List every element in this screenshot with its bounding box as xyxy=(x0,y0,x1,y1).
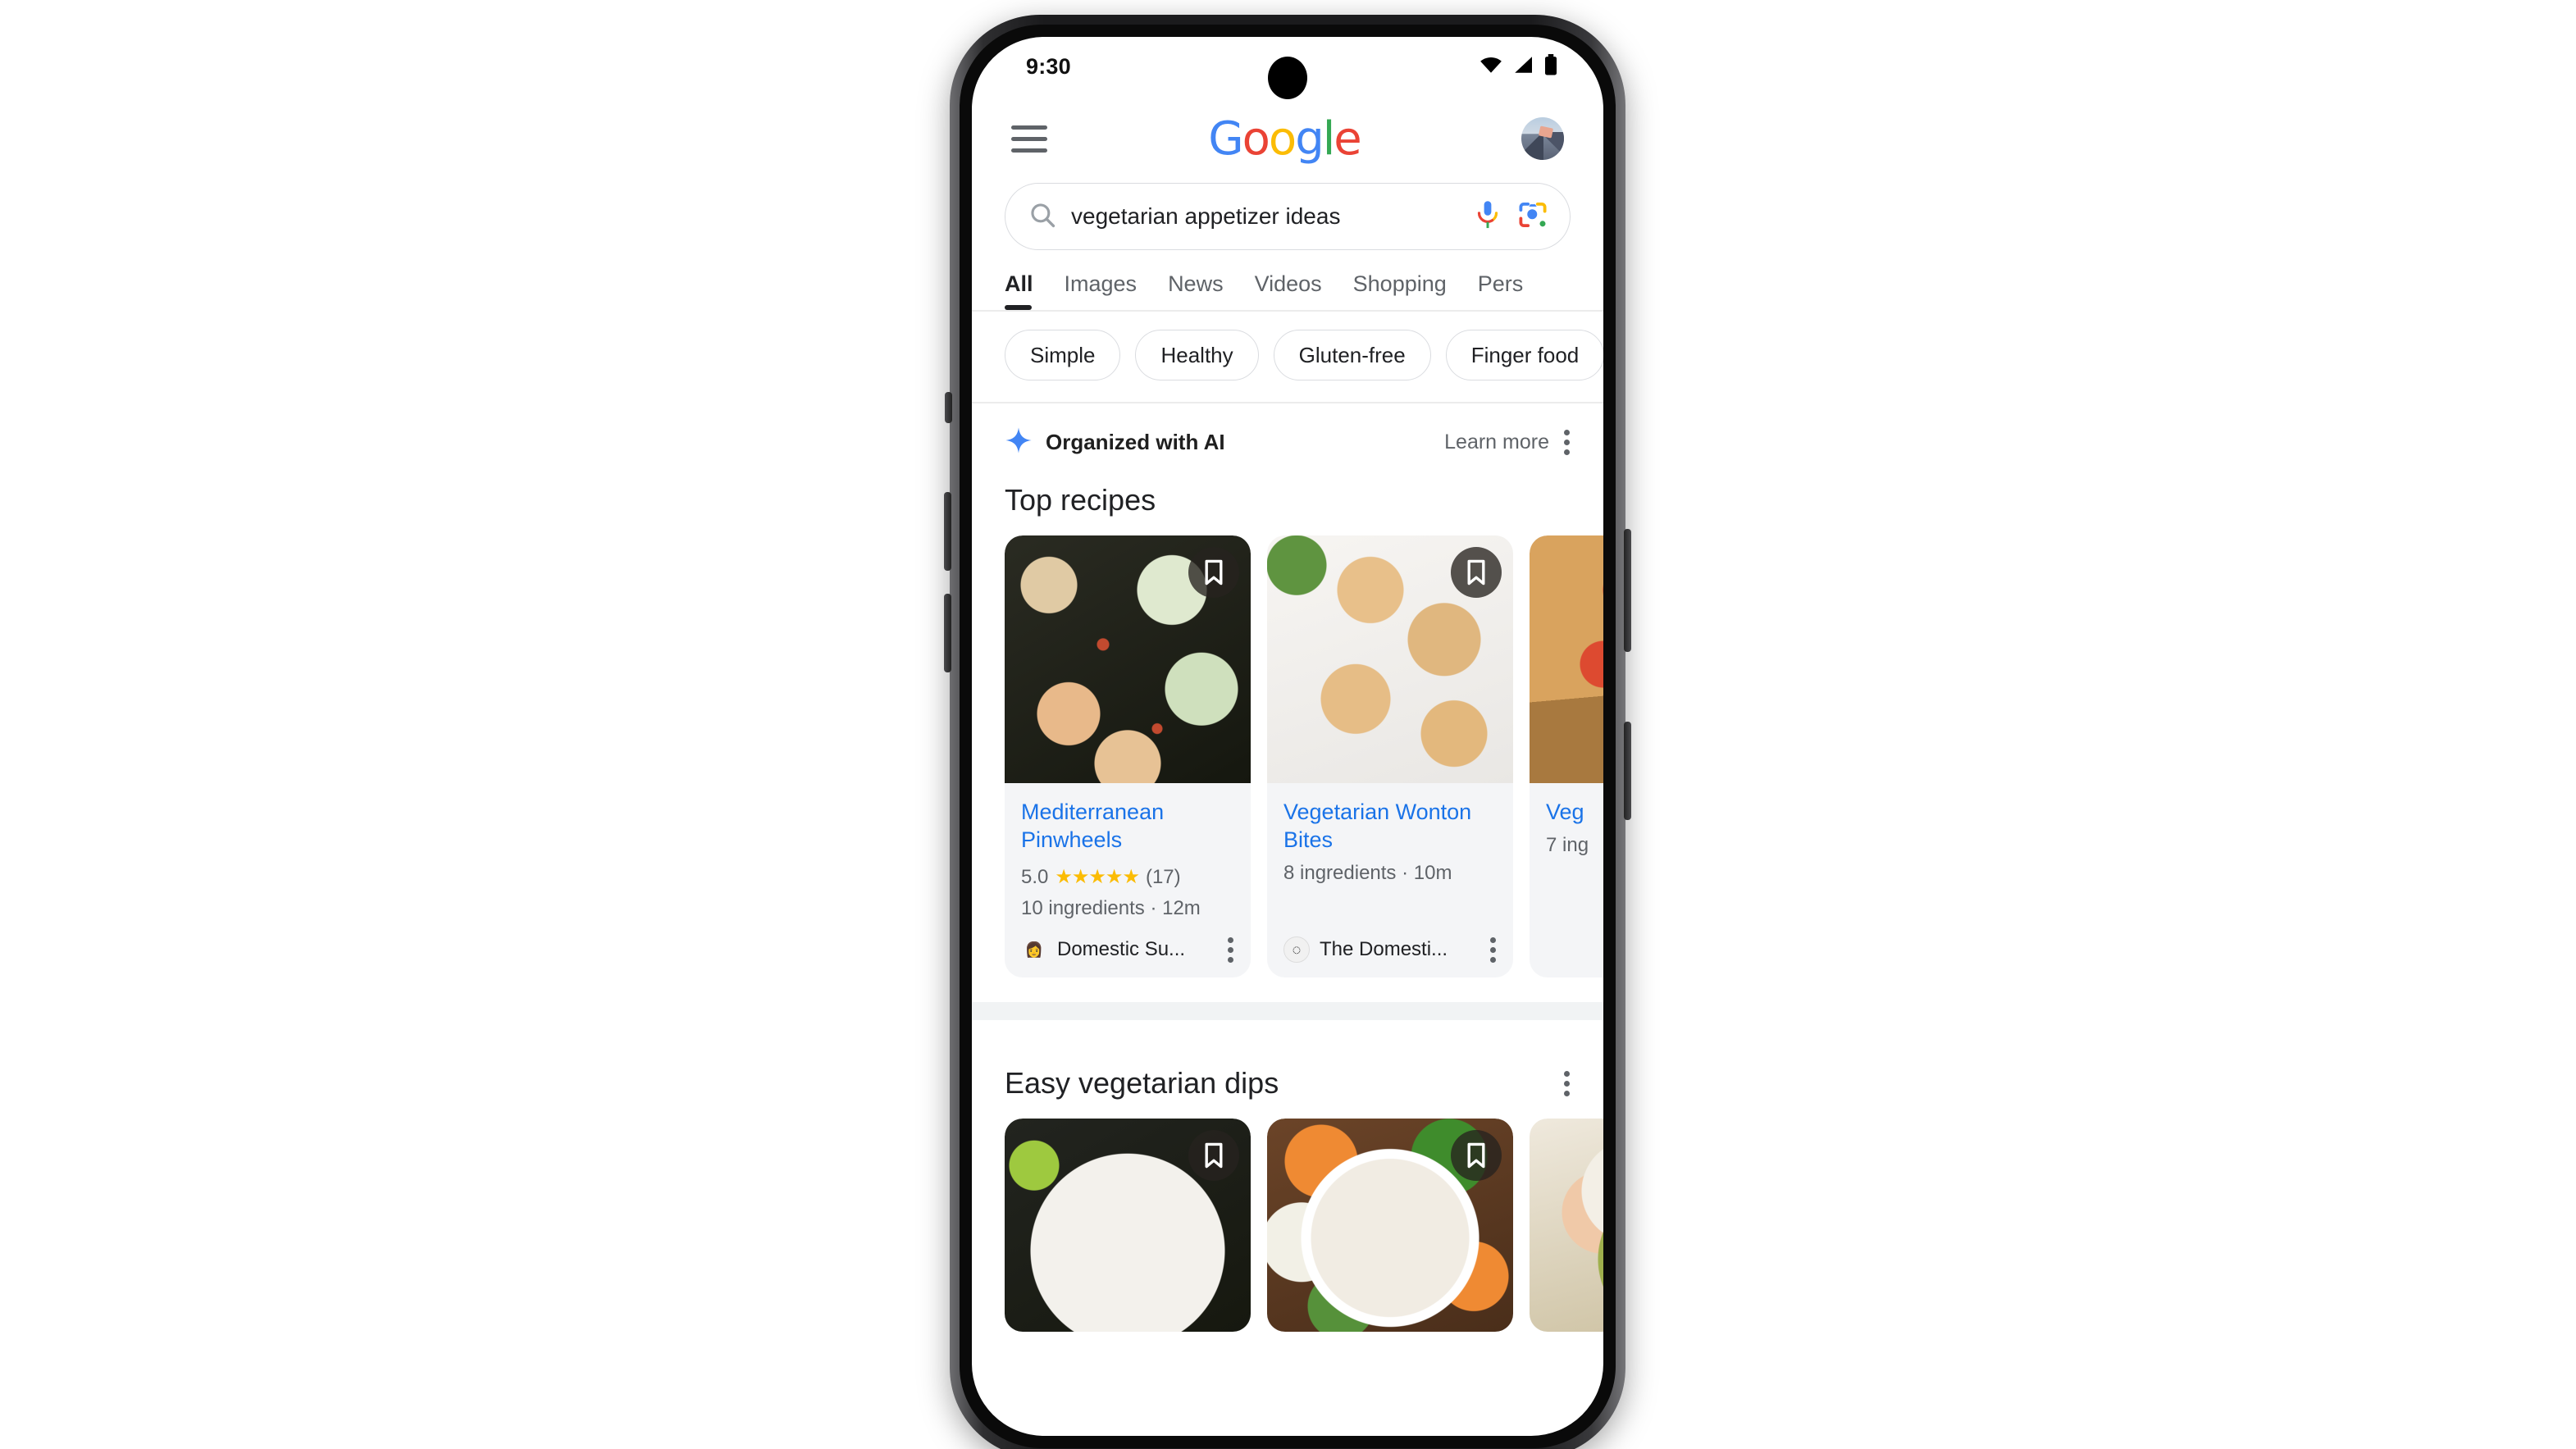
recipe-card[interactable] xyxy=(1267,1119,1513,1333)
section-divider-band xyxy=(972,1002,1603,1021)
recipe-image xyxy=(1530,535,1603,783)
page-title: Top recipes xyxy=(1005,483,1156,517)
ai-banner-label: Organized with AI xyxy=(1046,430,1225,454)
learn-more-link[interactable]: Learn more xyxy=(1444,431,1549,454)
section-title-dips: Easy vegetarian dips xyxy=(1005,1066,1279,1100)
filter-chips: Simple Healthy Gluten-free Finger food xyxy=(972,312,1603,402)
recipe-image xyxy=(1267,1119,1513,1333)
recipe-image xyxy=(1267,535,1513,783)
recipe-meta: 7 ing xyxy=(1546,834,1589,857)
section-spacer-2 xyxy=(972,1020,1603,1046)
ai-sparkle-icon xyxy=(1005,426,1033,458)
bookmark-icon[interactable] xyxy=(1188,547,1239,598)
avatar[interactable] xyxy=(1521,117,1564,160)
microphone-icon[interactable] xyxy=(1473,199,1502,235)
section-spacer xyxy=(972,977,1603,1003)
dips-carousel[interactable] xyxy=(972,1119,1603,1333)
more-options-icon[interactable] xyxy=(1564,1070,1571,1096)
recipe-card[interactable] xyxy=(1530,1119,1603,1333)
search-input[interactable]: vegetarian appetizer ideas xyxy=(1071,203,1458,230)
recipe-card[interactable]: Mediterranean Pinwheels 5.0 ★★★★★ (17) 10 in… xyxy=(1005,535,1251,978)
recipe-publisher-row: 👩 Domestic Su... xyxy=(1021,920,1234,963)
publisher-name: The Domesti... xyxy=(1320,938,1448,961)
publisher-name: Domestic Su... xyxy=(1057,938,1186,961)
tab-all[interactable]: All xyxy=(1005,271,1053,310)
screenshot-canvas: 9:30 Google vegetarian appetizer ideas A… xyxy=(0,0,2576,1449)
organized-with-ai-banner: Organized with AI Learn more xyxy=(972,403,1603,462)
tab-news[interactable]: News xyxy=(1168,271,1243,310)
filter-chip-finger-food[interactable]: Finger food xyxy=(1445,330,1603,380)
recipe-card[interactable]: Veg 7 ing xyxy=(1530,535,1603,978)
bookmark-icon[interactable] xyxy=(1188,1130,1239,1182)
power-button[interactable] xyxy=(1624,529,1631,652)
ai-banner-right: Learn more xyxy=(1444,430,1571,455)
recipe-image xyxy=(1005,535,1251,783)
tab-shopping[interactable]: Shopping xyxy=(1353,271,1466,310)
search-icon xyxy=(1028,201,1056,233)
recipe-title[interactable]: Vegetarian Wonton Bites xyxy=(1283,798,1497,854)
filter-chip-healthy[interactable]: Healthy xyxy=(1135,330,1259,380)
tab-pers[interactable]: Pers xyxy=(1478,271,1543,310)
publisher-avatar: 👩 xyxy=(1024,941,1044,958)
tab-videos[interactable]: Videos xyxy=(1255,271,1342,310)
more-options-icon[interactable] xyxy=(1228,936,1234,963)
filter-chip-gluten-free[interactable]: Gluten-free xyxy=(1273,330,1431,380)
search-bar[interactable]: vegetarian appetizer ideas xyxy=(1005,183,1571,250)
wifi-icon xyxy=(1479,56,1503,78)
review-count: (17) xyxy=(1145,865,1181,888)
google-logo: Google xyxy=(1208,112,1362,166)
recipe-image xyxy=(1005,1119,1251,1333)
more-options-icon[interactable] xyxy=(1490,936,1497,963)
recipe-card[interactable] xyxy=(1005,1119,1251,1333)
recipe-meta: 10 ingredients · 12m xyxy=(1021,897,1201,920)
ai-banner-left: Organized with AI xyxy=(1005,426,1225,458)
bookmark-icon[interactable] xyxy=(1451,547,1502,598)
app-header: Google xyxy=(972,96,1603,175)
bookmark-icon[interactable] xyxy=(1451,1130,1502,1182)
volume-down-button[interactable] xyxy=(944,594,951,672)
recipe-card[interactable]: Vegetarian Wonton Bites 8 ingredients · 1… xyxy=(1267,535,1513,978)
volume-up-button[interactable] xyxy=(944,492,951,571)
recipe-meta: 8 ingredients · 10m xyxy=(1283,862,1452,885)
recipe-image xyxy=(1530,1119,1603,1333)
recipe-publisher-row: ◌ The Domesti... xyxy=(1283,920,1497,964)
rating-stars: ★★★★★ xyxy=(1055,866,1140,889)
cell-signal-icon xyxy=(1511,56,1534,78)
hamburger-menu-icon[interactable] xyxy=(1011,125,1047,153)
recipe-card-body: Vegetarian Wonton Bites 8 ingredients · 1… xyxy=(1267,783,1513,977)
section-easy-dips: Easy vegetarian dips xyxy=(972,1045,1603,1333)
mute-switch-button[interactable] xyxy=(945,392,952,423)
recipe-title[interactable]: Mediterranean Pinwheels xyxy=(1021,798,1234,854)
tab-images[interactable]: Images xyxy=(1065,271,1157,310)
recipe-rating: 5.0 ★★★★★ (17) xyxy=(1021,865,1234,889)
status-bar-clock: 9:30 xyxy=(1026,53,1071,79)
section-header-row: Easy vegetarian dips xyxy=(972,1045,1603,1119)
side-button-secondary[interactable] xyxy=(1624,722,1631,820)
more-options-icon[interactable] xyxy=(1564,430,1571,455)
search-tabs: All Images News Videos Shopping Pers xyxy=(972,250,1603,310)
publisher-avatar: ◌ xyxy=(1283,936,1310,964)
phone-screen: 9:30 Google vegetarian appetizer ideas A… xyxy=(972,37,1603,1436)
rating-value: 5.0 xyxy=(1021,865,1049,888)
recipe-title[interactable]: Veg xyxy=(1546,798,1603,826)
battery-icon xyxy=(1543,53,1559,80)
recipe-carousel[interactable]: Mediterranean Pinwheels 5.0 ★★★★★ (17) 10 in… xyxy=(972,535,1603,978)
section-top-recipes: Top recipes Mediterranean Pinwheels 5.0 ★★… xyxy=(972,462,1603,978)
status-bar-indicators xyxy=(1479,53,1559,80)
recipe-card-body: Mediterranean Pinwheels 5.0 ★★★★★ (17) 10 in… xyxy=(1005,783,1251,977)
filter-chip-simple[interactable]: Simple xyxy=(1005,330,1121,380)
google-lens-icon[interactable] xyxy=(1517,199,1548,235)
front-camera-punch-hole xyxy=(1268,57,1307,99)
recipe-card-body: Veg 7 ing xyxy=(1530,783,1603,977)
